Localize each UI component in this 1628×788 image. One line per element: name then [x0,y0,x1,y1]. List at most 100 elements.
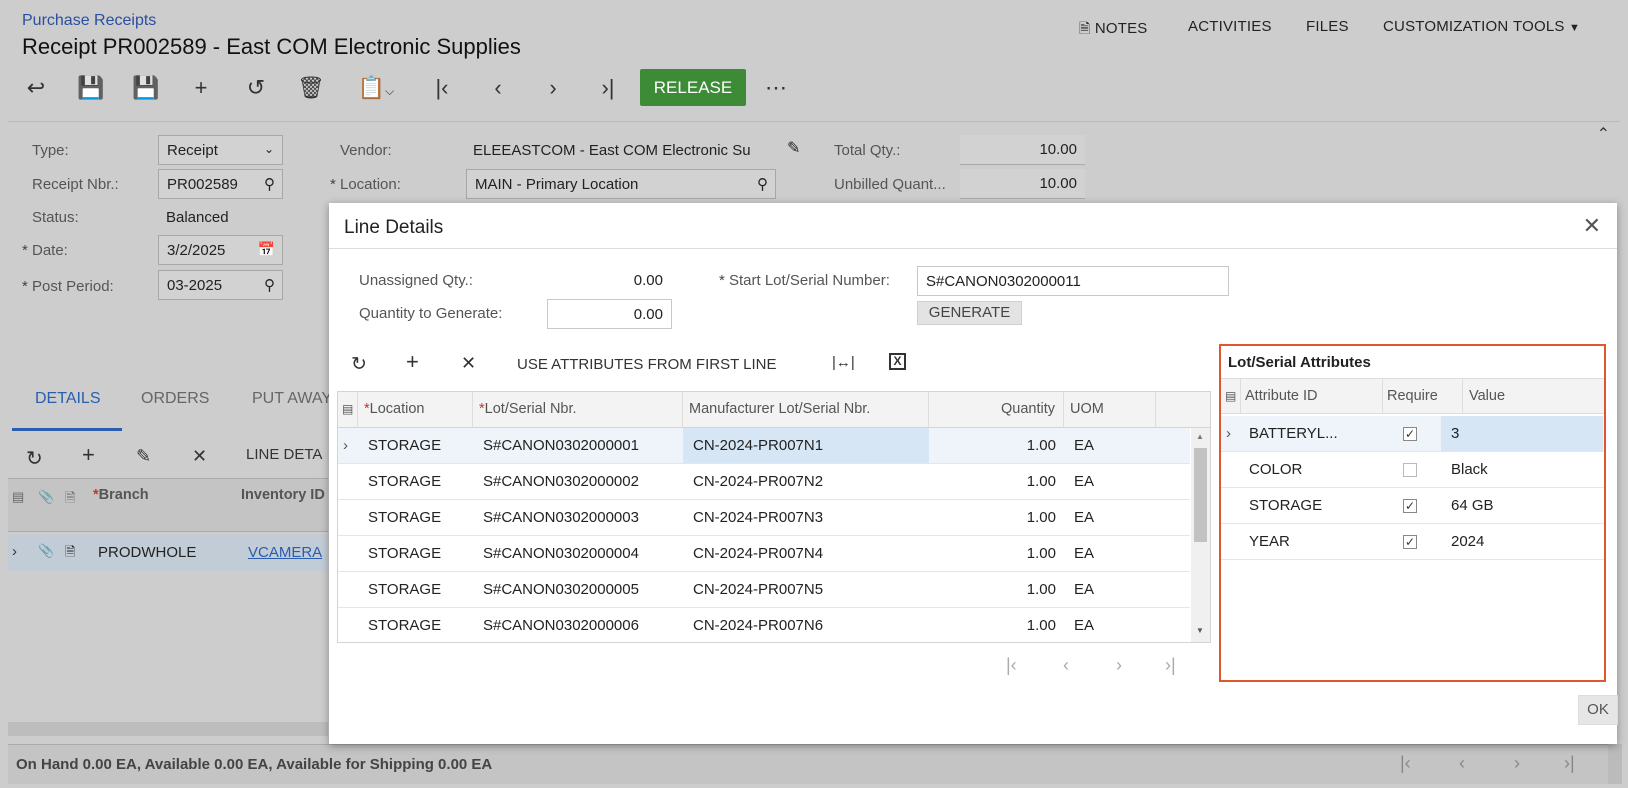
prev-page-icon[interactable]: ‹ [1459,753,1465,774]
line-details-button[interactable]: LINE DETA [246,446,322,463]
scrollbar-thumb[interactable] [1194,448,1207,542]
location-cell[interactable]: STORAGE [358,500,473,535]
location-cell[interactable]: STORAGE [358,608,473,642]
grid-settings-icon[interactable]: ▤ [338,392,358,428]
notes-link[interactable]: 🗎 NOTES [1079,18,1148,42]
table-row[interactable]: STORAGE S#CANON0302000006 CN-2024-PR007N… [338,608,1190,642]
horizontal-scrollbar[interactable] [8,722,328,736]
tab-orders[interactable]: ORDERS [141,390,209,408]
add-row-icon[interactable]: + [82,442,95,468]
copy-paste-icon[interactable]: 📋⌵ [352,76,400,100]
table-row[interactable]: STORAGE S#CANON0302000002 CN-2024-PR007N… [338,464,1190,500]
undo-icon[interactable]: ↺ [242,76,270,100]
attribute-value-cell[interactable]: Black [1451,452,1488,487]
mfr-lot-serial-cell[interactable]: CN-2024-PR007N5 [683,572,929,607]
tab-put-away[interactable]: PUT AWAY [252,390,332,408]
first-page-icon[interactable]: |‹ [1400,753,1411,774]
delete-row-icon[interactable]: ✕ [192,446,207,467]
breadcrumb[interactable]: Purchase Receipts [22,12,156,30]
attribute-value-cell[interactable]: 64 GB [1451,488,1494,523]
quantity-cell[interactable]: 1.00 [929,536,1064,571]
scroll-down-icon[interactable]: ▼ [1196,626,1204,635]
collapse-icon[interactable]: ⌃ [1597,124,1610,144]
lot-serial-cell[interactable]: S#CANON0302000003 [473,500,683,535]
location-cell[interactable]: STORAGE [358,428,473,463]
mfr-lot-serial-cell[interactable]: CN-2024-PR007N2 [683,464,929,499]
paperclip-icon[interactable]: 📎 [38,543,54,559]
vendor-value[interactable]: ELEEASTCOM - East COM Electronic Su [473,142,773,159]
more-icon[interactable]: ⋯ [763,76,791,100]
start-lot-serial-input[interactable]: S#CANON0302000011 [917,266,1229,296]
lot-serial-cell[interactable]: S#CANON0302000006 [473,608,683,642]
required-checkbox[interactable]: ✓ [1403,427,1417,441]
grid-settings-icon[interactable]: ▤ [12,489,24,505]
attribute-row[interactable]: › BATTERYL... ✓ 3 [1221,416,1604,452]
lot-serial-cell[interactable]: S#CANON0302000002 [473,464,683,499]
table-row[interactable]: STORAGE S#CANON0302000004 CN-2024-PR007N… [338,536,1190,572]
mfr-lot-serial-cell[interactable]: CN-2024-PR007N1 [683,428,929,463]
add-icon[interactable]: + [187,76,215,100]
location-cell[interactable]: STORAGE [358,464,473,499]
attribute-value-cell[interactable]: 3 [1441,416,1603,451]
save-icon[interactable]: 💾 [132,76,160,100]
add-row-icon[interactable]: + [406,349,419,375]
qty-to-generate-input[interactable]: 0.00 [547,299,672,329]
uom-cell[interactable]: EA [1064,500,1156,535]
lot-serial-cell[interactable]: S#CANON0302000001 [473,428,683,463]
refresh-icon[interactable]: ↻ [26,446,43,471]
last-record-icon[interactable]: ›| [594,76,622,100]
customization-link[interactable]: CUSTOMIZATION [1383,18,1508,35]
receipt-nbr-field[interactable]: PR002589 ⚲ [158,169,283,199]
delete-icon[interactable]: 🗑 [297,76,325,100]
quantity-cell[interactable]: 1.00 [929,464,1064,499]
required-checkbox[interactable]: ✓ [1403,535,1417,549]
scroll-up-icon[interactable]: ▲ [1196,432,1204,441]
tools-menu[interactable]: TOOLS ▼ [1513,18,1580,35]
chevron-right-icon[interactable]: › [1226,416,1231,451]
uom-cell[interactable]: EA [1064,428,1156,463]
table-row[interactable]: › 📎 🗎 PRODWHOLE VCAMERA [8,535,328,571]
post-period-field[interactable]: 03-2025 ⚲ [158,270,283,300]
next-page-icon[interactable]: › [1514,753,1520,774]
back-icon[interactable]: ↩ [22,76,50,100]
next-record-icon[interactable]: › [539,76,567,100]
quantity-cell[interactable]: 1.00 [929,572,1064,607]
excel-export-icon[interactable]: X [889,353,906,370]
mfr-lot-serial-cell[interactable]: CN-2024-PR007N3 [683,500,929,535]
chevron-right-icon[interactable]: › [338,428,358,463]
location-cell[interactable]: STORAGE [358,572,473,607]
quantity-cell[interactable]: 1.00 [929,500,1064,535]
attribute-row[interactable]: COLOR Black [1221,452,1604,488]
last-page-icon[interactable]: ›| [1564,753,1575,774]
grid-settings-icon[interactable]: ▤ [1221,379,1241,413]
table-row[interactable]: STORAGE S#CANON0302000003 CN-2024-PR007N… [338,500,1190,536]
vertical-scrollbar[interactable]: ▲ ▼ [1191,428,1210,642]
edit-icon[interactable]: ✎ [136,446,151,467]
note-icon[interactable]: 🗎 [65,543,75,565]
refresh-icon[interactable]: ↻ [351,353,367,376]
save-close-icon[interactable]: 💾 [77,76,105,100]
tab-details[interactable]: DETAILS [35,390,101,408]
fit-columns-icon[interactable]: |↔| [832,354,855,371]
quantity-cell[interactable]: 1.00 [929,608,1064,642]
first-record-icon[interactable]: |‹ [428,76,456,100]
attribute-row[interactable]: YEAR ✓ 2024 [1221,524,1604,560]
uom-cell[interactable]: EA [1064,536,1156,571]
page-scrollbar[interactable] [1608,744,1622,784]
files-link[interactable]: FILES [1306,18,1349,35]
type-select[interactable]: Receipt ⌄ [158,135,283,165]
generate-button[interactable]: GENERATE [917,301,1022,325]
edit-pencil-icon[interactable]: ✎ [787,138,800,158]
location-cell[interactable]: STORAGE [358,536,473,571]
inventory-link[interactable]: VCAMERA [248,544,322,561]
required-checkbox[interactable]: ✓ [1403,499,1417,513]
branch-cell[interactable]: PRODWHOLE [98,544,196,561]
lot-serial-cell[interactable]: S#CANON0302000004 [473,536,683,571]
first-page-icon[interactable]: |‹ [1006,655,1017,676]
use-attributes-button[interactable]: USE ATTRIBUTES FROM FIRST LINE [517,356,776,373]
close-icon[interactable]: ✕ [1583,213,1601,239]
attribute-value-cell[interactable]: 2024 [1451,524,1484,559]
chevron-right-icon[interactable]: › [12,543,17,560]
delete-row-icon[interactable]: ✕ [461,353,476,374]
required-checkbox[interactable] [1403,463,1417,477]
